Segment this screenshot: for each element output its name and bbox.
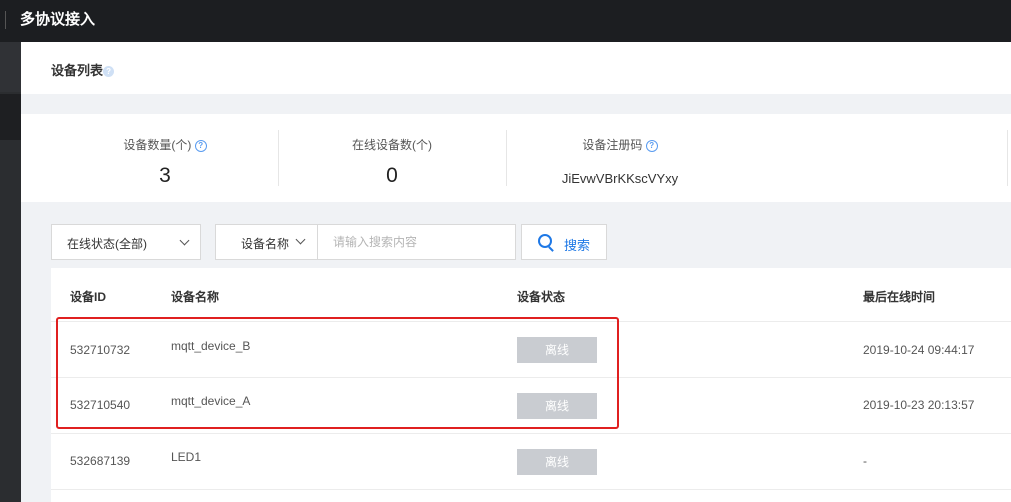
stat-label: 设备数量(个) — [123, 138, 192, 152]
sidebar — [0, 42, 21, 502]
search-field-select[interactable]: 设备名称 — [216, 225, 318, 259]
device-name: LED1 — [171, 450, 202, 464]
device-id: 532687139 — [70, 454, 131, 468]
divider — [1007, 130, 1008, 186]
register-code-value: JiEvwVBrKKscVYxy — [561, 171, 679, 186]
help-icon[interactable]: ? — [194, 139, 207, 152]
search-button-label: 搜索 — [564, 238, 591, 253]
stat-register-code: 设备注册码 ? JiEvwVBrKKscVYxy — [506, 114, 734, 202]
stat-value: 3 — [159, 164, 171, 187]
stat-label: 在线设备数(个) — [352, 138, 432, 152]
sidebar-item-active[interactable] — [0, 94, 21, 140]
sidebar-item[interactable] — [0, 42, 21, 92]
last-online-time: 2019-10-24 09:44:17 — [863, 343, 975, 357]
column-header-name: 设备名称 — [171, 290, 220, 304]
search-icon — [538, 234, 552, 248]
topbar-divider — [5, 11, 6, 29]
chevron-down-icon — [179, 235, 190, 246]
stat-device-count: 设备数量(个) ? 3 — [51, 114, 279, 202]
top-bar: 多协议接入 — [0, 0, 1011, 42]
status-badge: 离线 — [517, 449, 597, 475]
column-header-id: 设备ID — [70, 290, 107, 304]
main-content: 设备列表? 设备数量(个) ? 3 在线设备数(个) 0 设备注册码 ? JiE… — [21, 42, 1011, 502]
column-header-last-online: 最后在线时间 — [863, 290, 936, 304]
page-header: 设备列表? — [21, 42, 1011, 94]
highlight-box — [56, 317, 619, 429]
page-title: 设备列表? — [51, 60, 115, 79]
page-title-text: 设备列表 — [51, 63, 104, 78]
search-field-value: 设备名称 — [241, 237, 290, 251]
status-filter-select[interactable]: 在线状态(全部) — [51, 224, 201, 260]
table-header: 设备ID 设备名称 设备状态 最后在线时间 — [51, 268, 1011, 322]
chevron-down-icon — [295, 234, 306, 245]
stat-online-count: 在线设备数(个) 0 — [278, 114, 506, 202]
column-header-status: 设备状态 — [517, 290, 566, 304]
search-button[interactable]: 搜索 — [521, 224, 607, 260]
app-title: 多协议接入 — [20, 11, 96, 28]
stat-label: 设备注册码 — [582, 138, 643, 152]
last-online-time: 2019-10-23 20:13:57 — [863, 398, 975, 412]
status-filter-value: 在线状态(全部) — [67, 237, 147, 251]
help-icon[interactable]: ? — [103, 66, 115, 78]
stat-value: 0 — [386, 164, 398, 187]
table-row[interactable]: 532687139 LED1 离线 - — [51, 434, 1011, 490]
stats-panel: 设备数量(个) ? 3 在线设备数(个) 0 设备注册码 ? JiEvwVBrK… — [21, 114, 1011, 202]
last-online-time: - — [863, 454, 867, 468]
search-input[interactable] — [318, 225, 523, 259]
search-group: 设备名称 — [215, 224, 523, 260]
help-icon[interactable]: ? — [645, 139, 658, 152]
